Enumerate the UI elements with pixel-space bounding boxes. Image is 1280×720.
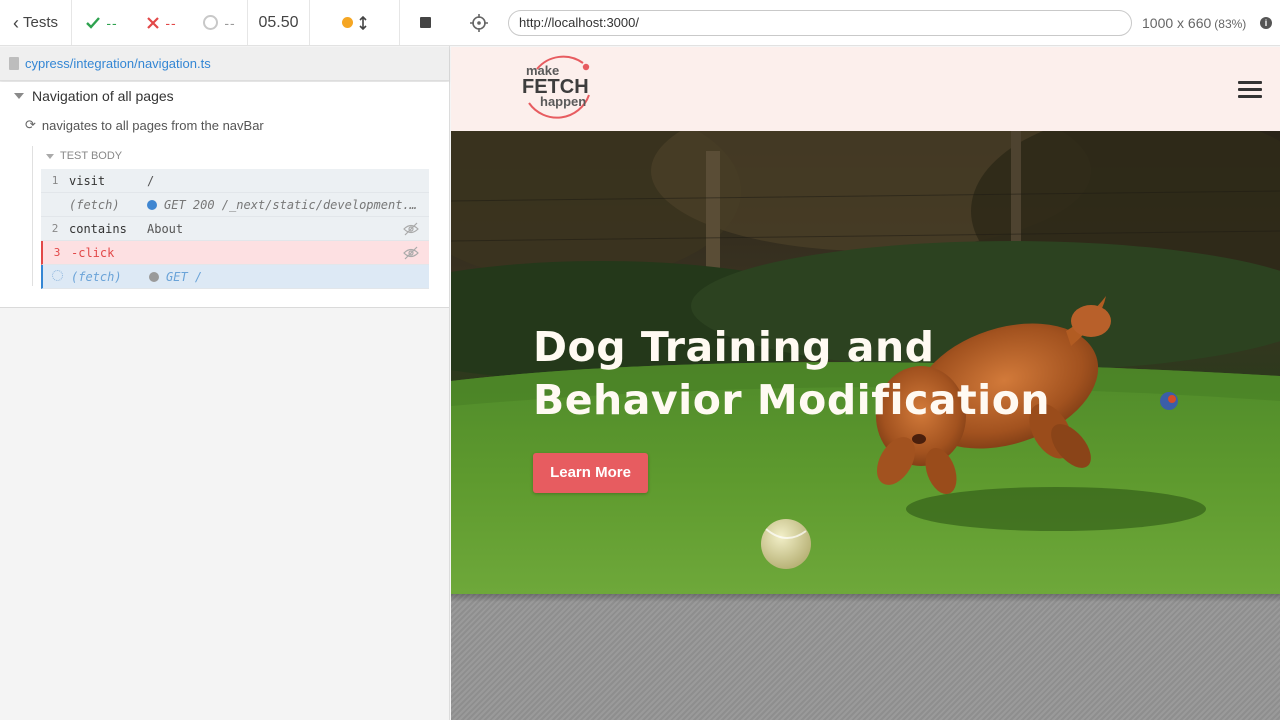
command-row[interactable]: (fetch) GET 200 /_next/static/developmen…: [41, 193, 429, 217]
command-number: 3: [53, 246, 61, 259]
hook-guide-line: [32, 146, 33, 286]
request-status-icon: [147, 199, 157, 210]
viewport-shadow: [451, 594, 1280, 602]
pending-value: --: [224, 14, 236, 31]
caret-down-icon: [14, 93, 24, 99]
running-indicator-icon: [342, 17, 353, 28]
run-status[interactable]: [310, 0, 400, 45]
command-message: /: [147, 173, 155, 188]
hero-title-line-1: Dog Training and: [533, 323, 935, 371]
app-under-test-frame: make FETCH happen Dog Training and Behav…: [451, 47, 1280, 594]
command-name: (fetch): [69, 197, 120, 212]
passed-count[interactable]: --: [72, 0, 132, 45]
command-row[interactable]: 3 -click: [41, 241, 429, 265]
command-message: GET 200 /_next/static/development...: [147, 198, 429, 212]
tests-label: Tests: [22, 14, 58, 31]
chevron-left-icon: ‹: [12, 12, 19, 33]
test-title-row[interactable]: ⟳ navigates to all pages from the navBar: [25, 116, 264, 134]
learn-more-button[interactable]: Learn More: [533, 453, 648, 493]
stop-button[interactable]: [400, 0, 450, 45]
command-row[interactable]: (fetch) GET /: [41, 265, 429, 289]
request-status-icon: [149, 271, 159, 282]
command-message: About: [147, 221, 184, 236]
viewport-info: 1000 x 660 (83%): [1142, 15, 1246, 31]
crosshair-icon[interactable]: [470, 14, 488, 32]
reporter-panel: ‹ Tests -- -- -- 05.50 cypress/integrati…: [0, 0, 450, 720]
eye-slash-icon: [403, 246, 419, 260]
file-icon: [9, 57, 19, 70]
check-icon: [86, 16, 101, 29]
runnables-list: Navigation of all pages ⟳ navigates to a…: [0, 82, 449, 308]
hook-title-row[interactable]: TEST BODY: [46, 148, 122, 164]
command-number: 1: [51, 174, 59, 187]
command-row[interactable]: 1 visit /: [41, 169, 429, 193]
auto-scroll-icon[interactable]: [359, 15, 367, 30]
command-log: 1 visit / (fetch) GET 200 /_next/static/…: [41, 169, 429, 289]
svg-text:happen: happen: [540, 94, 586, 109]
command-message-text: GET /: [166, 269, 203, 284]
hamburger-menu-icon[interactable]: [1238, 81, 1262, 99]
info-icon[interactable]: i: [1260, 17, 1272, 29]
command-message: GET /: [149, 270, 429, 284]
running-refresh-icon: ⟳: [25, 117, 36, 132]
spec-header: cypress/integration/navigation.ts: [0, 47, 449, 81]
suite-title-row[interactable]: Navigation of all pages: [14, 86, 174, 106]
failed-value: --: [165, 14, 177, 31]
stop-icon: [419, 17, 431, 28]
caret-down-icon: [46, 153, 54, 159]
command-number: 2: [51, 222, 59, 235]
command-message-text: GET 200 /_next/static/development...: [164, 197, 425, 212]
command-row[interactable]: 2 contains About: [41, 217, 429, 241]
stats-bar: ‹ Tests -- -- -- 05.50: [0, 0, 450, 46]
hero-title-line-2: Behavior Modification: [533, 376, 1051, 424]
command-name: visit: [69, 173, 106, 188]
test-title: navigates to all pages from the navBar: [41, 117, 264, 133]
command-name: (fetch): [71, 269, 122, 284]
duration: 05.50: [248, 0, 310, 45]
passed-value: --: [106, 14, 118, 31]
eye-slash-icon: [403, 222, 419, 236]
site-header: make FETCH happen: [451, 47, 1280, 131]
hero-title: Dog Training and Behavior Modification: [533, 321, 1053, 427]
command-pending-icon: [43, 269, 71, 284]
empty-viewport-area: [451, 594, 1280, 720]
hook-title: TEST BODY: [60, 150, 123, 162]
command-name: -click: [71, 245, 115, 260]
failed-count[interactable]: --: [132, 0, 192, 45]
tests-back-button[interactable]: ‹ Tests: [0, 0, 72, 45]
url-bar[interactable]: http://localhost:3000/: [508, 10, 1132, 36]
pending-count[interactable]: --: [192, 0, 248, 45]
make-fetch-happen-logo[interactable]: make FETCH happen: [521, 51, 597, 121]
pending-icon: [203, 15, 219, 30]
viewport-zoom: (83%): [1214, 17, 1247, 31]
aut-header: http://localhost:3000/ 1000 x 660 (83%) i: [450, 0, 1280, 46]
spec-path-link[interactable]: cypress/integration/navigation.ts: [25, 56, 211, 71]
viewport-size: 1000 x 660: [1142, 15, 1212, 31]
x-icon: [147, 16, 160, 29]
suite-title: Navigation of all pages: [32, 88, 174, 104]
hero-section: Dog Training and Behavior Modification L…: [451, 131, 1280, 594]
command-name: contains: [69, 221, 127, 236]
